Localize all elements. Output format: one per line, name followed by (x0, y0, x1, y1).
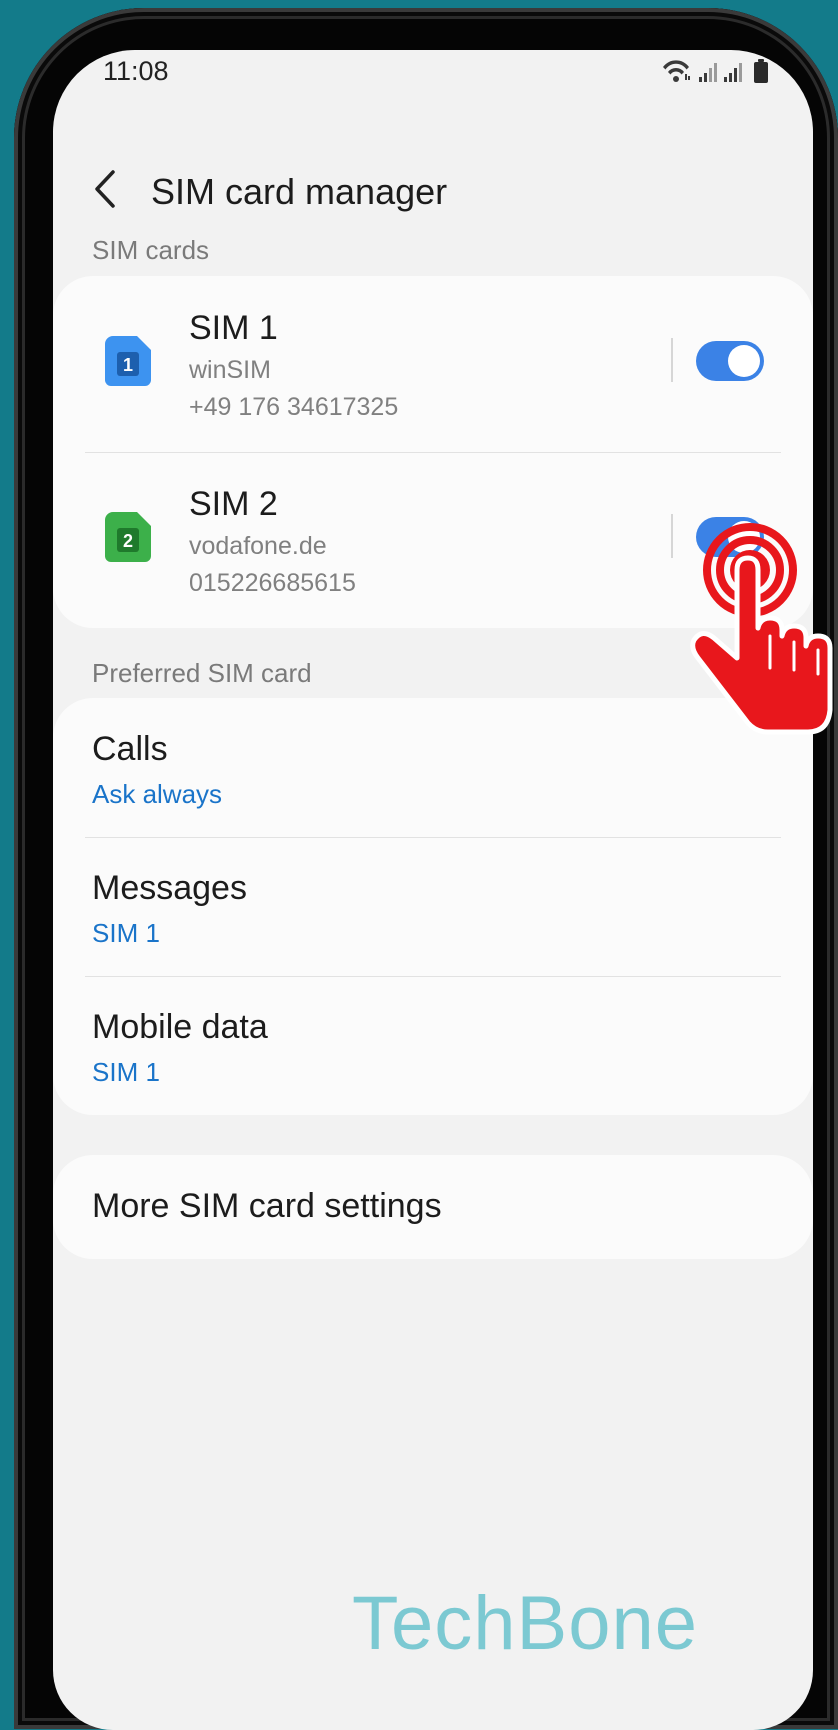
status-icons (663, 59, 768, 83)
battery-icon (754, 59, 768, 83)
more-sim-settings-item[interactable]: More SIM card settings (53, 1155, 813, 1259)
sim-card-icon: 2 (105, 512, 151, 562)
status-bar: 11:08 (53, 50, 813, 100)
item-value: SIM 1 (92, 918, 160, 948)
sim-carrier: winSIM (189, 356, 271, 384)
sim-phone-number: +49 176 34617325 (189, 393, 399, 421)
divider (671, 338, 673, 382)
sim-1-toggle[interactable] (696, 341, 764, 381)
sim-card-icon: 1 (105, 336, 151, 386)
signal-sim2-icon (724, 63, 742, 82)
sim-icon-label: 2 (123, 531, 133, 551)
item-title: Mobile data (92, 1008, 268, 1046)
sim-phone-number: 015226685615 (189, 569, 356, 597)
sim-icon-label: 1 (123, 355, 133, 375)
toggle-knob (728, 345, 760, 377)
item-title: More SIM card settings (92, 1187, 442, 1225)
status-time: 11:08 (103, 56, 169, 86)
preferred-mobile-data-item[interactable]: Mobile data SIM 1 (53, 976, 813, 1115)
watermark: TechBone (352, 1581, 699, 1666)
back-arrow-icon[interactable] (87, 164, 127, 214)
signal-sim1-icon (699, 63, 717, 82)
item-value: Ask always (92, 779, 223, 809)
sim-name: SIM 1 (189, 309, 278, 347)
sim-carrier: vodafone.de (189, 532, 327, 560)
phone-screen: 11:08 SIM card manager SIM cards 1 SIM 1… (53, 50, 813, 1730)
page-title: SIM card manager (151, 171, 448, 212)
section-label-preferred-sim: Preferred SIM card (92, 658, 312, 688)
preferred-sim-card: Calls Ask always Messages SIM 1 Mobile d… (53, 698, 813, 1115)
sim-name: SIM 2 (189, 485, 278, 523)
item-title: Messages (92, 869, 247, 907)
item-value: SIM 1 (92, 1057, 160, 1087)
app-bar: SIM card manager (53, 140, 813, 240)
preferred-messages-item[interactable]: Messages SIM 1 (53, 837, 813, 976)
wifi-icon (663, 60, 690, 82)
section-label-sim-cards: SIM cards (92, 235, 210, 265)
item-title: Calls (92, 730, 168, 768)
more-settings-card: More SIM card settings (53, 1155, 813, 1259)
tap-hand-icon (690, 523, 833, 735)
sim-row-1[interactable]: 1 SIM 1 winSIM +49 176 34617325 (53, 276, 813, 452)
divider (671, 514, 673, 558)
